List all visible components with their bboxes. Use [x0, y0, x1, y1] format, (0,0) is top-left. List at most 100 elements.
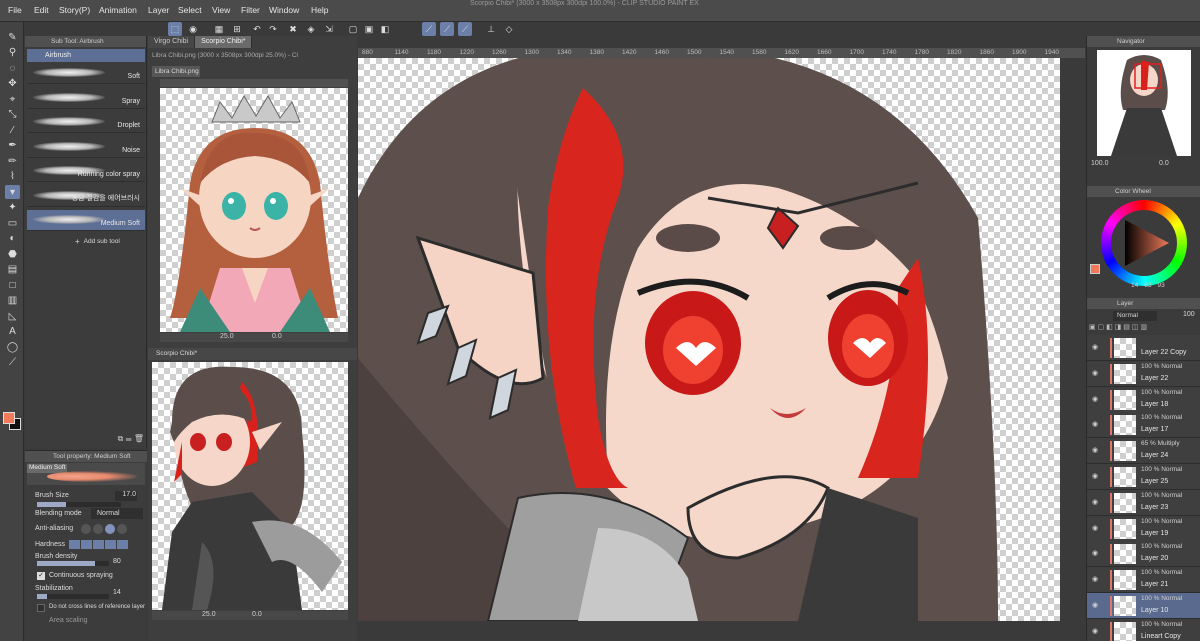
- layer-row[interactable]: ◉ 100 % Normal Layer 19: [1087, 515, 1200, 542]
- eye-icon[interactable]: ◉: [1092, 498, 1098, 506]
- stabilization-value[interactable]: 14: [113, 589, 121, 596]
- brush-1[interactable]: Soft: [27, 63, 145, 84]
- brush-5[interactable]: Running color spray: [27, 161, 145, 182]
- menu-file[interactable]: File: [8, 5, 22, 15]
- tab-virgo[interactable]: Virgo Chibi: [148, 36, 196, 48]
- cross-lines-checkbox[interactable]: [37, 604, 45, 612]
- brush-density-slider[interactable]: [37, 561, 109, 566]
- snap-special-ruler-icon[interactable]: ⟋: [440, 22, 454, 36]
- libra-chibi-canvas[interactable]: [160, 88, 348, 332]
- color-triangle[interactable]: [1113, 212, 1175, 274]
- blending-mode-select[interactable]: Normal: [91, 508, 143, 519]
- eye-icon[interactable]: ◉: [1092, 549, 1098, 557]
- eye-icon[interactable]: ◉: [1092, 627, 1098, 635]
- airbrush-icon[interactable]: ▾: [5, 185, 20, 199]
- figure-icon[interactable]: □: [5, 278, 20, 292]
- stabilization-slider[interactable]: [37, 594, 109, 599]
- menu-help[interactable]: Help: [311, 5, 328, 15]
- transform-icon[interactable]: ⇲: [322, 22, 336, 36]
- layer-row[interactable]: ◉ Layer 22 Copy: [1087, 335, 1200, 361]
- eye-icon[interactable]: ◉: [1092, 601, 1098, 609]
- snap-icon[interactable]: ⊞: [230, 22, 244, 36]
- brush-icon[interactable]: ⌇: [5, 170, 20, 184]
- color-wheel[interactable]: [1101, 200, 1187, 286]
- brush-size-field[interactable]: 17.0: [115, 491, 137, 501]
- eye-icon[interactable]: ◉: [1092, 343, 1098, 351]
- zoom-icon[interactable]: ⚲: [5, 46, 20, 60]
- move-icon[interactable]: ✥: [5, 77, 20, 91]
- snap-grid-icon[interactable]: ⟋: [458, 22, 472, 36]
- layer-row[interactable]: ◉ 65 % Multiply Layer 24: [1087, 438, 1200, 465]
- show-hide-icon[interactable]: ◉: [186, 22, 200, 36]
- hardness-options[interactable]: [69, 540, 128, 549]
- blend-icon[interactable]: ◐: [5, 232, 20, 246]
- navigator-angle[interactable]: 0.0: [1159, 160, 1169, 167]
- text-icon[interactable]: A: [5, 325, 20, 339]
- eye-icon[interactable]: ◉: [1092, 395, 1098, 403]
- brush-2[interactable]: Spray: [27, 88, 145, 109]
- layer-row[interactable]: ◉ 100 % Normal Layer 23: [1087, 489, 1200, 516]
- subtool-menu-icons[interactable]: ⧉ ☰ 🗑: [118, 434, 144, 444]
- continuous-spraying-checkbox[interactable]: ✓: [37, 572, 45, 580]
- eye-icon[interactable]: ◉: [1092, 524, 1098, 532]
- add-subtool-button[interactable]: + Add sub tool: [75, 236, 135, 246]
- correct-line-icon[interactable]: ⟋: [5, 356, 20, 370]
- pen-nib-icon[interactable]: ✎: [5, 30, 20, 44]
- anti-aliasing-options[interactable]: [81, 524, 127, 534]
- brush-size-slider[interactable]: [37, 502, 121, 507]
- ruler-icon[interactable]: ⊥: [484, 22, 498, 36]
- lasso-icon[interactable]: ◌: [5, 61, 20, 75]
- perspective-icon[interactable]: ◇: [502, 22, 516, 36]
- invert-selection-icon[interactable]: ◧: [378, 22, 392, 36]
- layer-blend-mode-select[interactable]: Normal: [1113, 311, 1157, 321]
- layer-row[interactable]: ◉ 100 % Normal Layer 21: [1087, 567, 1200, 594]
- eyedropper-icon[interactable]: ⁄: [5, 123, 20, 137]
- eye-icon[interactable]: ◉: [1092, 472, 1098, 480]
- subview-bottom-angle[interactable]: 0.0: [252, 611, 262, 618]
- eye-icon[interactable]: ◉: [1092, 575, 1098, 583]
- frame-icon[interactable]: ▥: [5, 294, 20, 308]
- menu-filter[interactable]: Filter: [241, 5, 260, 15]
- main-color-swatch[interactable]: [1090, 264, 1100, 274]
- redo-icon[interactable]: ↷: [266, 22, 280, 36]
- menu-view[interactable]: View: [212, 5, 230, 15]
- clear-icon[interactable]: ✖: [286, 22, 300, 36]
- brush-density-value[interactable]: 80: [113, 558, 121, 565]
- brush-7[interactable]: Medium Soft: [27, 210, 145, 231]
- select-mode-icon[interactable]: ⬚: [168, 22, 182, 36]
- main-canvas[interactable]: [358, 58, 1060, 621]
- brush-6[interactable]: 농담 질감을 에어브러시: [27, 186, 145, 207]
- pencil-icon[interactable]: ✏: [5, 154, 20, 168]
- select-all-icon[interactable]: ▢: [346, 22, 360, 36]
- subview-top-tab[interactable]: Libra Chibi.png: [152, 66, 200, 77]
- menu-storyp[interactable]: Story(P): [59, 5, 90, 15]
- menu-window[interactable]: Window: [269, 5, 299, 15]
- layer-opacity-value[interactable]: 100: [1183, 311, 1195, 318]
- select-icon[interactable]: ⌖: [5, 92, 20, 106]
- layer-row[interactable]: ◉ 100 % Normal Layer 25: [1087, 464, 1200, 490]
- layer-row[interactable]: ◉ 100 % Normal Layer 22: [1087, 360, 1200, 387]
- menu-select[interactable]: Select: [178, 5, 202, 15]
- navigator-preview[interactable]: [1097, 50, 1191, 156]
- subview-top-zoom[interactable]: 25.0: [220, 333, 234, 340]
- subview-bottom-zoom[interactable]: 25.0: [202, 611, 216, 618]
- decoration-icon[interactable]: ✦: [5, 201, 20, 215]
- layer-row[interactable]: ◉ 100 % Normal Lineart Copy: [1087, 618, 1200, 641]
- navigator-zoom[interactable]: 100.0: [1091, 160, 1109, 167]
- fill-icon[interactable]: ⬣: [5, 247, 20, 261]
- grid-icon[interactable]: ▦: [212, 22, 226, 36]
- subtool-group-airbrush[interactable]: Airbrush: [27, 49, 145, 62]
- ruler-icon[interactable]: ◺: [5, 309, 20, 323]
- tab-scorpio[interactable]: Scorpio Chibi*: [195, 36, 253, 48]
- eraser-icon[interactable]: ▭: [5, 216, 20, 230]
- brush-3[interactable]: Droplet: [27, 112, 145, 133]
- fill-icon[interactable]: ◈: [304, 22, 318, 36]
- layer-row[interactable]: ◉ 100 % Normal Layer 10: [1087, 593, 1200, 619]
- menu-layer[interactable]: Layer: [148, 5, 169, 15]
- menu-edit[interactable]: Edit: [34, 5, 49, 15]
- gradient-icon[interactable]: ▤: [5, 263, 20, 277]
- snap-ruler-icon[interactable]: ⟋: [422, 22, 436, 36]
- menu-animation[interactable]: Animation: [99, 5, 137, 15]
- layer-toolbar[interactable]: ▣ ▢ ◧ ◨ ▤ ◫ ▥: [1089, 323, 1199, 333]
- deselect-icon[interactable]: ▣: [362, 22, 376, 36]
